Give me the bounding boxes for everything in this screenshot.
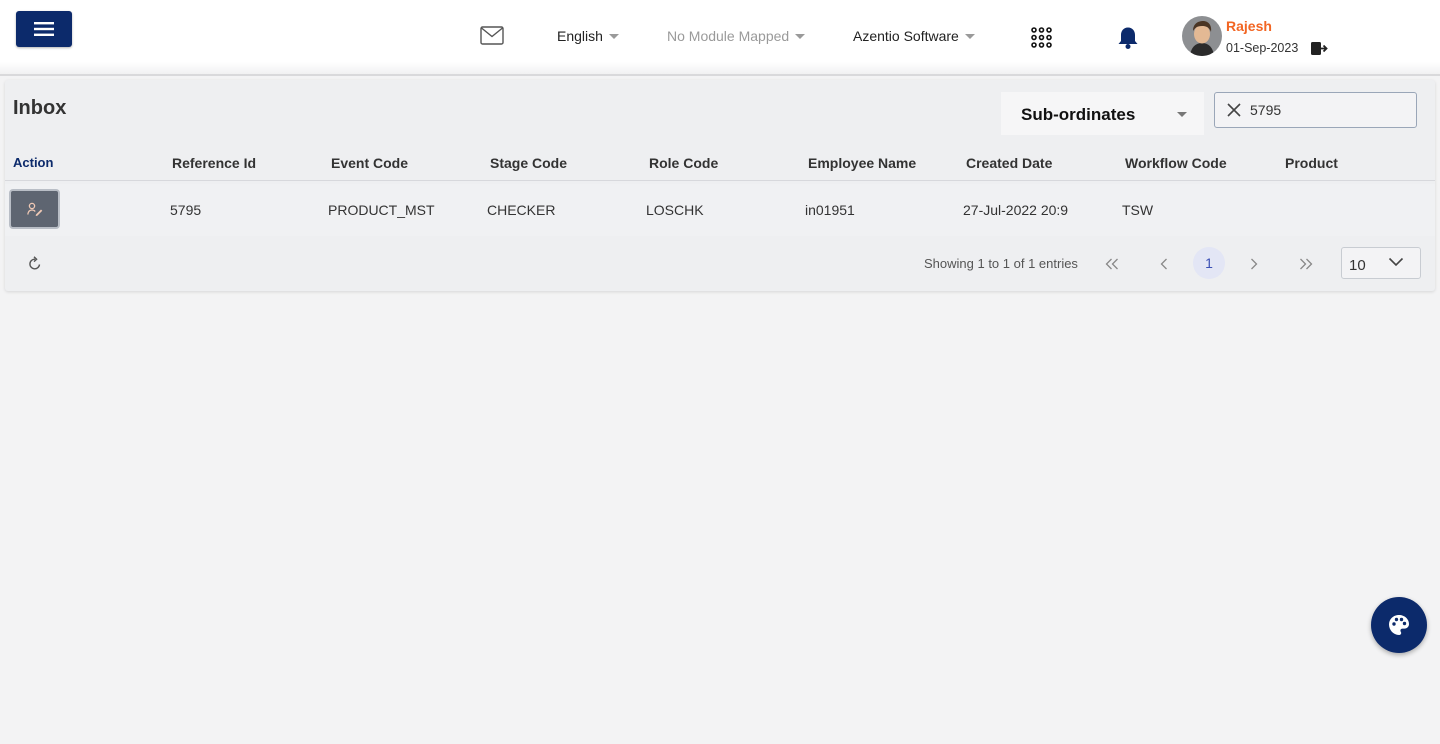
- apps-grid-icon[interactable]: [1031, 27, 1052, 48]
- language-label: English: [557, 28, 603, 44]
- cell-role-code: LOSCHK: [646, 202, 704, 218]
- bell-icon[interactable]: [1117, 26, 1139, 50]
- search-box[interactable]: [1214, 92, 1417, 128]
- page-1-button[interactable]: 1: [1193, 247, 1225, 279]
- column-header-stage-code[interactable]: Stage Code: [490, 155, 567, 171]
- user-name[interactable]: Rajesh: [1226, 18, 1272, 34]
- chevron-down-icon: [1388, 257, 1404, 267]
- language-dropdown[interactable]: English: [557, 28, 619, 44]
- cell-reference-id: 5795: [170, 202, 202, 218]
- header-divider: [0, 62, 1440, 76]
- cell-stage-code: CHECKER: [487, 202, 556, 218]
- module-label: No Module Mapped: [667, 28, 790, 44]
- double-chevron-left-icon: [1105, 258, 1118, 270]
- cell-employee-name: in01951: [805, 202, 855, 218]
- chevron-left-icon: [1160, 258, 1167, 270]
- double-chevron-right-icon: [1300, 258, 1313, 270]
- column-header-workflow-code[interactable]: Workflow Code: [1125, 155, 1227, 171]
- column-header-action: Action: [13, 155, 54, 170]
- caret-down-icon: [1177, 112, 1187, 117]
- logout-icon[interactable]: [1310, 41, 1328, 56]
- palette-icon: [1389, 615, 1409, 635]
- next-page-button[interactable]: [1242, 252, 1266, 276]
- user-date: 01-Sep-2023: [1226, 41, 1299, 55]
- close-icon[interactable]: [1227, 103, 1241, 117]
- column-header-employee-name[interactable]: Employee Name: [808, 155, 916, 171]
- avatar[interactable]: [1182, 16, 1222, 56]
- subordinates-dropdown[interactable]: Sub-ordinates: [1001, 92, 1204, 135]
- mail-icon[interactable]: [480, 26, 504, 45]
- table-header-divider: [5, 180, 1435, 181]
- column-header-event-code[interactable]: Event Code: [331, 155, 408, 171]
- module-dropdown[interactable]: No Module Mapped: [667, 28, 806, 44]
- hamburger-icon: [34, 22, 54, 36]
- cell-created-date: 27-Jul-2022 20:9: [963, 202, 1069, 218]
- previous-page-button[interactable]: [1152, 252, 1176, 276]
- refresh-icon[interactable]: [28, 256, 42, 271]
- cell-workflow-code: TSW: [1122, 202, 1154, 218]
- table-row[interactable]: [5, 184, 1435, 236]
- company-label: Azentio Software: [853, 28, 959, 44]
- company-dropdown[interactable]: Azentio Software: [853, 28, 975, 44]
- caret-down-icon: [795, 33, 806, 39]
- action-button[interactable]: [9, 189, 60, 229]
- chevron-right-icon: [1251, 258, 1258, 270]
- subordinates-label: Sub-ordinates: [1021, 105, 1136, 124]
- last-page-button[interactable]: [1294, 252, 1318, 276]
- pagination-summary: Showing 1 to 1 of 1 entries: [924, 256, 1078, 271]
- cell-event-code: PRODUCT_MST: [328, 202, 435, 218]
- menu-button[interactable]: [16, 11, 72, 47]
- page-size-select[interactable]: 10: [1341, 247, 1421, 279]
- page-title: Inbox: [13, 97, 67, 119]
- first-page-button[interactable]: [1100, 252, 1124, 276]
- page-size-value: 10: [1349, 257, 1366, 274]
- user-edit-icon: [26, 202, 42, 216]
- column-header-created-date[interactable]: Created Date: [966, 155, 1052, 171]
- caret-down-icon: [964, 33, 975, 39]
- column-header-product[interactable]: Product: [1285, 155, 1338, 171]
- column-header-reference-id[interactable]: Reference Id: [172, 155, 256, 171]
- theme-palette-button[interactable]: [1371, 597, 1427, 653]
- search-input[interactable]: [1250, 100, 1400, 120]
- caret-down-icon: [608, 33, 619, 39]
- column-header-role-code[interactable]: Role Code: [649, 155, 718, 171]
